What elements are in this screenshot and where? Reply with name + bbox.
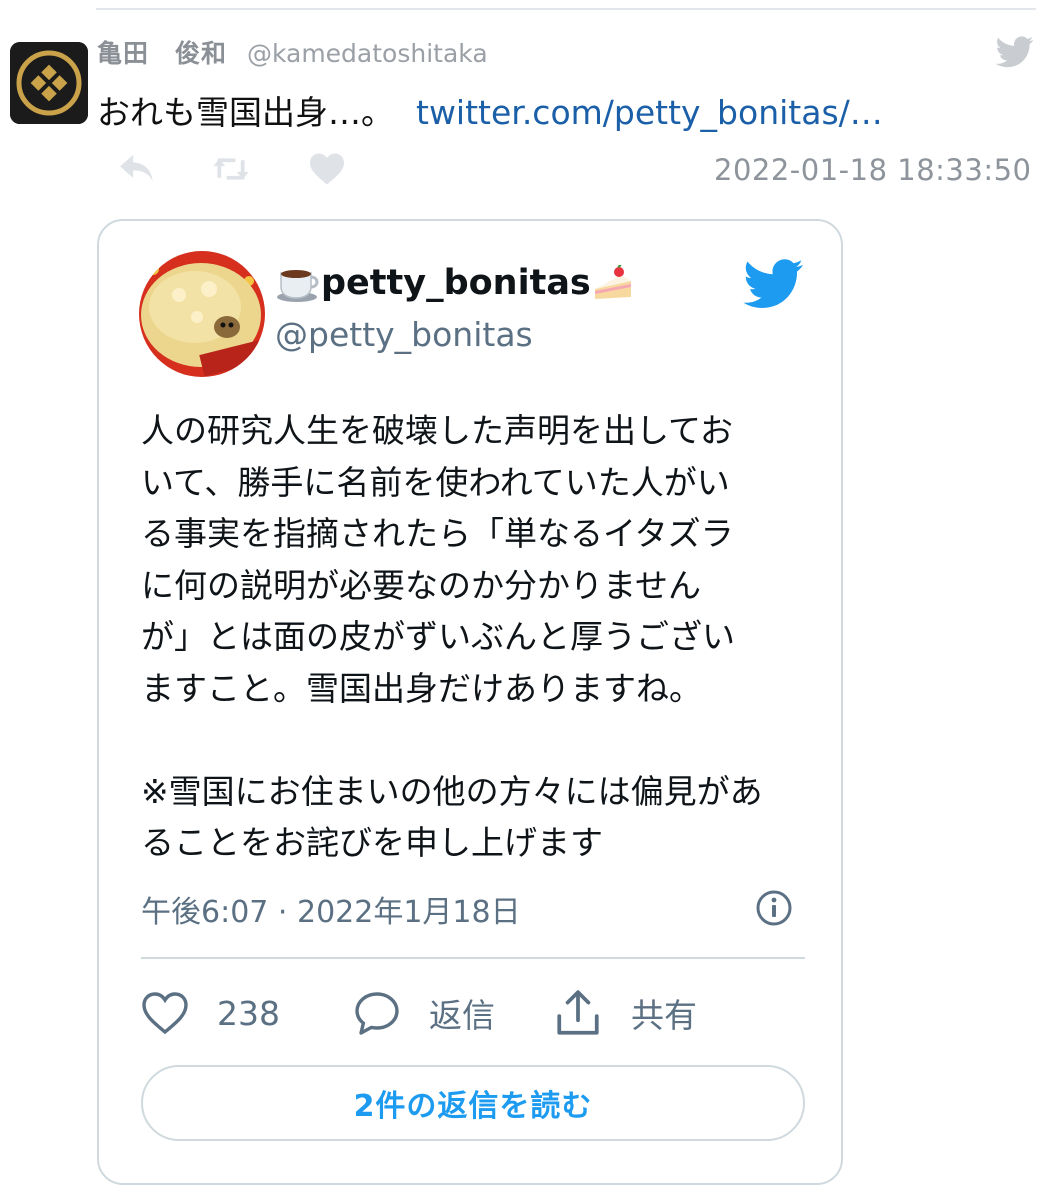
heart-icon — [142, 992, 188, 1035]
tweet-text: おれも雪国出身…。 twitter.com/petty_bonitas/… — [97, 86, 883, 134]
share-label: 共有 — [631, 996, 697, 1035]
speech-bubble-icon — [355, 992, 399, 1035]
like-icon[interactable] — [308, 152, 346, 186]
embedded-tweet-stats: 238 返信 共有 — [141, 985, 805, 1041]
twitter-bird-icon[interactable] — [996, 36, 1034, 68]
reply-stat[interactable]: 返信 — [353, 985, 495, 1041]
embedded-display-name[interactable]: petty_bonitas — [275, 263, 635, 303]
avatar[interactable] — [10, 42, 88, 124]
embedded-handle[interactable]: @petty_bonitas — [275, 315, 533, 354]
embedded-tweet-paragraph: 人の研究人生を破壊した声明を出してお いて、勝手に名前を使われていた人がい る事… — [141, 411, 735, 708]
author-name[interactable]: 亀田 俊和 — [97, 39, 227, 68]
tweet-text-content: おれも雪国出身…。 — [97, 93, 394, 132]
share-stat[interactable]: 共有 — [553, 985, 697, 1041]
top-divider — [96, 8, 1036, 10]
cake-emoji — [594, 265, 631, 299]
family-crest-icon — [10, 42, 88, 124]
tweet-link[interactable]: twitter.com/petty_bonitas/… — [416, 93, 883, 132]
melon-bread-avatar-icon — [139, 251, 265, 377]
retweet-icon[interactable] — [212, 154, 250, 184]
reply-label: 返信 — [429, 996, 495, 1035]
author-handle[interactable]: @kamedatoshitaka — [247, 39, 488, 68]
embedded-display-name-text: petty_bonitas — [321, 263, 591, 303]
coffee-cup-emoji — [277, 270, 319, 302]
like-stat[interactable]: 238 — [141, 985, 280, 1041]
tweet-timestamp[interactable]: 2022-01-18 18:33:50 — [714, 153, 1032, 187]
like-count: 238 — [217, 993, 280, 1033]
embedded-tweet-paragraph: ※雪国にお住まいの他の方々には偏見があ ることをお詫びを申し上げます — [141, 771, 763, 863]
info-icon[interactable] — [755, 889, 793, 927]
share-icon — [557, 990, 599, 1035]
read-replies-button[interactable]: 2件の返信を読む — [141, 1065, 805, 1141]
tweet-header: 亀田 俊和 @kamedatoshitaka — [97, 34, 488, 70]
embedded-tweet-card[interactable]: petty_bonitas @petty_bonitas 人の研究人生を破壊した… — [97, 219, 843, 1185]
embedded-tweet-body: 人の研究人生を破壊した声明を出してお いて、勝手に名前を使われていた人がい る事… — [141, 405, 811, 869]
reply-icon[interactable] — [118, 150, 158, 186]
embedded-tweet-meta[interactable]: 午後6:07 · 2022年1月18日 — [141, 887, 521, 931]
twitter-bird-icon[interactable] — [743, 259, 805, 309]
embedded-avatar[interactable] — [139, 251, 265, 377]
card-divider — [141, 957, 805, 959]
